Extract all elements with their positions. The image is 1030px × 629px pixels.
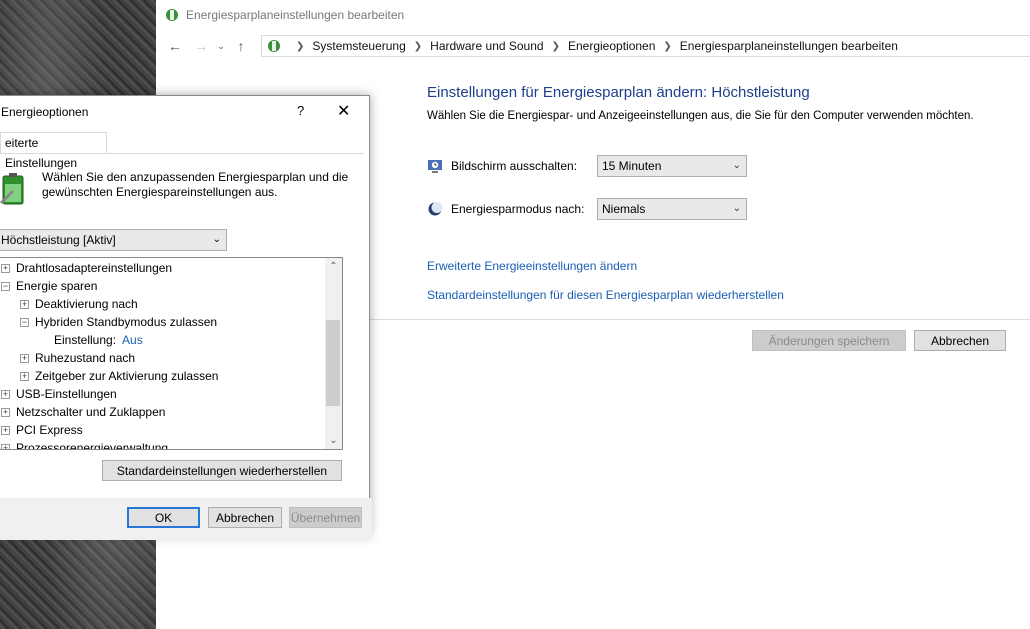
breadcrumb-separator-icon[interactable]: ❯: [552, 41, 560, 52]
help-icon[interactable]: ?: [297, 103, 304, 118]
sleep-row: Energiesparmodus nach: Niemals ⌄: [427, 198, 747, 220]
expand-icon[interactable]: +: [20, 371, 29, 381]
tree-item-label: Energie sparen: [16, 279, 98, 293]
breadcrumb-separator-icon[interactable]: ❯: [663, 41, 671, 52]
tree-item-label: Prozessorenergieverwaltung: [16, 441, 169, 450]
display-off-row: Bildschirm ausschalten: 15 Minuten ⌄: [427, 155, 747, 177]
page-subtitle: Wählen Sie die Energiespar- und Anzeigee…: [427, 110, 974, 122]
tree-item[interactable]: + PCI Express: [1, 421, 83, 439]
settings-tree[interactable]: + Drahtlosadaptereinstellungen − Energie sp…: [0, 257, 343, 450]
scrollbar-thumb[interactable]: [326, 320, 340, 406]
tree-item[interactable]: + Drahtlosadaptereinstellungen: [1, 259, 172, 277]
tree-item[interactable]: − Hybriden Standbymodus zulassen: [20, 313, 217, 331]
window-title: Energiesparplaneinstellungen bearbeiten: [186, 8, 405, 22]
sleep-value: Niemals: [602, 202, 646, 216]
up-arrow-icon[interactable]: ↑: [228, 35, 254, 57]
expand-icon[interactable]: +: [1, 407, 10, 417]
breadcrumb-energieoptionen[interactable]: Energieoptionen: [568, 39, 655, 53]
monitor-clock-icon: [428, 160, 442, 173]
breadcrumb-separator-icon[interactable]: ❯: [414, 41, 422, 52]
plan-settings-content: Einstellungen für Energiesparplan ändern…: [427, 84, 1027, 302]
breadcrumb-separator-icon: ❯: [296, 40, 305, 52]
display-off-value: 15 Minuten: [602, 159, 662, 173]
chevron-down-icon: ⌄: [732, 160, 741, 171]
tree-item[interactable]: − Energie sparen: [1, 277, 97, 295]
expand-icon[interactable]: +: [1, 263, 10, 273]
moon-icon: [428, 202, 443, 216]
sleep-label: Energiesparmodus nach:: [451, 202, 585, 216]
forward-arrow-icon[interactable]: →: [188, 35, 214, 57]
recent-locations-chevron-icon[interactable]: ⌄: [214, 35, 228, 57]
breadcrumb-systemsteuerung[interactable]: Systemsteuerung: [312, 39, 405, 53]
vertical-scrollbar[interactable]: ⌃ ⌄: [325, 258, 342, 449]
collapse-icon[interactable]: −: [20, 317, 29, 327]
tree-item-label: Netzschalter und Zuklappen: [16, 405, 166, 419]
restore-defaults-button[interactable]: Standardeinstellungen wiederherstellen: [102, 460, 342, 481]
plan-select[interactable]: Höchstleistung [Aktiv] ⌄: [0, 229, 227, 251]
ok-button[interactable]: OK: [127, 507, 200, 528]
tree-item-label: Zeitgeber zur Aktivierung zulassen: [35, 369, 219, 383]
tree-item-label: Hybriden Standbymodus zulassen: [35, 315, 218, 329]
chevron-down-icon: ⌄: [212, 234, 221, 245]
display-off-select[interactable]: 15 Minuten ⌄: [597, 155, 747, 177]
breadcrumb-current[interactable]: Energiesparplaneinstellungen bearbeiten: [680, 39, 898, 53]
tree-item[interactable]: + USB-Einstellungen: [1, 385, 117, 403]
dialog-cancel-button[interactable]: Abbrechen: [208, 507, 282, 528]
back-arrow-icon[interactable]: ←: [162, 35, 188, 57]
dialog-intro-text: Wählen Sie den anzupassenden Energiespar…: [42, 170, 349, 199]
address-bar: ← → ⌄ ↑ ❯ Systemsteuerung ❯ Hardware und…: [156, 33, 1030, 59]
dialog-title: Energieoptionen: [1, 104, 89, 119]
scroll-down-icon[interactable]: ⌄: [325, 432, 342, 449]
expand-icon[interactable]: +: [1, 389, 10, 399]
breadcrumb-hardware-sound[interactable]: Hardware und Sound: [430, 39, 543, 53]
tab-advanced-settings[interactable]: eiterte Einstellungen: [0, 132, 107, 170]
close-icon[interactable]: ✕: [337, 101, 350, 121]
apply-button[interactable]: Übernehmen: [289, 507, 362, 528]
advanced-settings-link[interactable]: Erweiterte Energieeinstellungen ändern: [427, 259, 637, 273]
power-options-icon: [166, 9, 178, 21]
tree-item[interactable]: + Netzschalter und Zuklappen: [1, 403, 165, 421]
breadcrumb[interactable]: ❯ Systemsteuerung ❯ Hardware und Sound ❯…: [261, 35, 1030, 57]
tree-item-label: Ruhezustand nach: [35, 351, 136, 365]
cancel-button[interactable]: Abbrechen: [914, 330, 1006, 351]
control-panel-icon: [268, 40, 280, 52]
tree-item[interactable]: + Prozessorenergieverwaltung: [1, 439, 169, 450]
tree-item-label: Drahtlosadaptereinstellungen: [16, 261, 173, 275]
tree-item-label: USB-Einstellungen: [16, 387, 117, 401]
tree-item-label: PCI Express: [16, 423, 83, 437]
display-off-label: Bildschirm ausschalten:: [451, 159, 578, 173]
scroll-up-icon[interactable]: ⌃: [325, 258, 342, 275]
restore-defaults-link[interactable]: Standardeinstellungen für diesen Energie…: [427, 288, 784, 302]
sleep-select[interactable]: Niemals ⌄: [597, 198, 747, 220]
page-title: Einstellungen für Energiesparplan ändern…: [427, 84, 810, 101]
tree-item[interactable]: + Ruhezustand nach: [20, 349, 135, 367]
collapse-icon[interactable]: −: [1, 281, 10, 291]
save-changes-button[interactable]: Änderungen speichern: [752, 330, 906, 351]
plan-select-value: Höchstleistung [Aktiv]: [1, 233, 116, 247]
expand-icon[interactable]: +: [1, 425, 10, 435]
tree-item[interactable]: + Deaktivierung nach: [20, 295, 138, 313]
battery-plan-icon: [0, 173, 24, 205]
tree-item[interactable]: Einstellung: Aus: [54, 331, 143, 349]
dialog-titlebar: Energieoptionen: [0, 96, 369, 127]
tree-item-label: Einstellung:: [54, 333, 117, 347]
window-titlebar: Energiesparplaneinstellungen bearbeiten: [156, 0, 1030, 30]
chevron-down-icon: ⌄: [732, 203, 741, 214]
tree-item[interactable]: + Zeitgeber zur Aktivierung zulassen: [20, 367, 218, 385]
tree-item-label: Deaktivierung nach: [35, 297, 138, 311]
expand-icon[interactable]: +: [20, 353, 29, 363]
tree-item-value[interactable]: Aus: [122, 333, 143, 347]
expand-icon[interactable]: +: [1, 443, 10, 449]
expand-icon[interactable]: +: [20, 299, 29, 309]
